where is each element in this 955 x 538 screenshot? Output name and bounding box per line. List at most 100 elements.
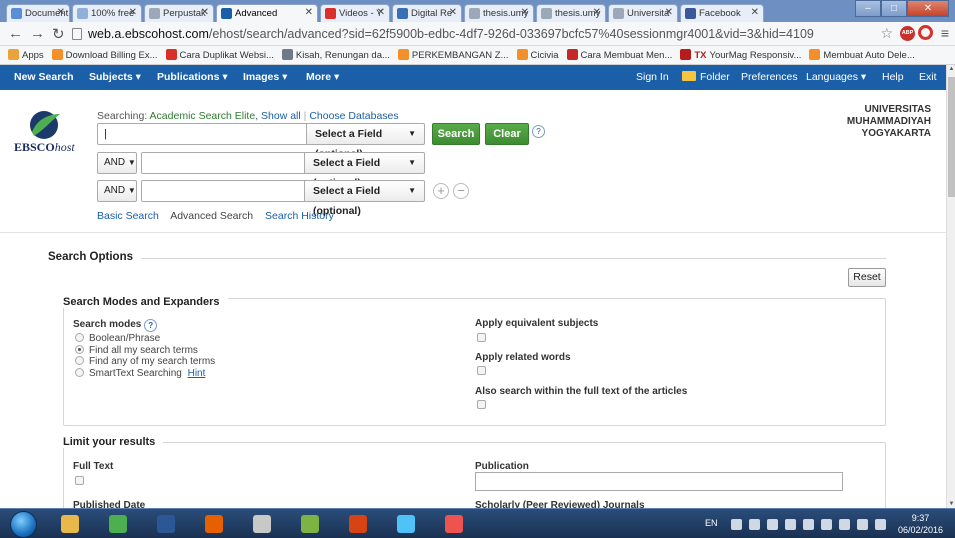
tray-app-icon[interactable]	[875, 519, 886, 530]
remove-row-icon[interactable]: −	[453, 183, 469, 199]
address-bar[interactable]: web.a.ebscohost.com/ehost/search/advance…	[72, 25, 902, 43]
close-tab-icon[interactable]: ✕	[377, 7, 385, 18]
scroll-up-icon[interactable]: ▲	[947, 66, 955, 72]
ebsco-nav-item[interactable]: Subjects ▾	[89, 65, 141, 90]
opera-extension-icon[interactable]	[918, 25, 933, 40]
maximize-icon[interactable]: □	[881, 0, 907, 17]
ebsco-nav-item[interactable]: Folder	[682, 65, 730, 90]
close-tab-icon[interactable]: ✕	[665, 7, 673, 18]
search-mode-option[interactable]: Find any of my search terms	[75, 356, 215, 367]
scroll-thumb[interactable]	[948, 77, 955, 197]
clear-button[interactable]: Clear	[485, 123, 529, 145]
search-button[interactable]: Search	[432, 123, 480, 145]
scroll-down-icon[interactable]: ▼	[947, 501, 955, 507]
ebsco-nav-item[interactable]: Sign In	[636, 65, 669, 90]
apply-equivalent-checkbox[interactable]	[477, 333, 486, 342]
search-mode-option[interactable]: SmartText Searching Hint	[75, 367, 206, 379]
bool-select-2[interactable]: AND ▼	[97, 152, 137, 174]
search-mode-option[interactable]: Find all my search terms	[75, 344, 198, 356]
browser-menu-icon[interactable]: ≡	[941, 25, 949, 41]
radio-button[interactable]	[75, 356, 84, 365]
reset-button[interactable]: Reset	[848, 268, 886, 287]
taskbar-app-app7[interactable]	[338, 511, 378, 537]
browser-tab[interactable]: Universita ✕	[608, 4, 678, 22]
ebsco-nav-item[interactable]: Help	[882, 65, 904, 90]
add-row-icon[interactable]: +	[433, 183, 449, 199]
back-icon[interactable]: ←	[8, 25, 23, 42]
hint-link[interactable]: Hint	[188, 368, 206, 379]
taskbar-app-firefox[interactable]	[194, 511, 234, 537]
tray-app-icon[interactable]	[803, 519, 814, 530]
radio-button[interactable]	[75, 333, 84, 342]
browser-tab[interactable]: Facebook ✕	[680, 4, 764, 22]
forward-icon[interactable]: →	[30, 25, 45, 42]
ebsco-nav-item[interactable]: Languages ▾	[806, 65, 866, 90]
taskbar-app-app8[interactable]	[386, 511, 426, 537]
reload-icon[interactable]: ↻	[52, 25, 65, 43]
windows-flag-icon[interactable]	[749, 519, 760, 530]
search-input-2[interactable]	[141, 152, 305, 174]
ebsco-logo-icon[interactable]	[24, 110, 64, 140]
search-history-link[interactable]: Search History	[265, 210, 334, 222]
taskbar-app-snipping[interactable]	[434, 511, 474, 537]
tray-app-icon[interactable]	[785, 519, 796, 530]
ebsco-nav-item[interactable]: Publications ▾	[157, 65, 228, 90]
volume-icon[interactable]	[839, 519, 850, 530]
publication-input[interactable]	[475, 472, 843, 491]
taskbar-clock[interactable]: 9:37 06/02/2016	[898, 512, 943, 536]
radio-button[interactable]	[75, 367, 84, 377]
ebsco-nav-item[interactable]: Exit	[919, 65, 937, 90]
help-icon[interactable]: ?	[144, 319, 158, 332]
search-input-3[interactable]	[141, 180, 305, 202]
choose-databases-link[interactable]: Choose Databases	[309, 110, 398, 122]
taskbar-app-chrome[interactable]	[98, 511, 138, 537]
ebsco-nav-item[interactable]: More ▾	[306, 65, 339, 90]
bookmark-item[interactable]: Kisah, Renungan da...	[281, 46, 390, 64]
browser-tab[interactable]: Digital Re ✕	[392, 4, 462, 22]
full-text-search-checkbox[interactable]	[477, 400, 486, 409]
close-tab-icon[interactable]: ✕	[129, 7, 137, 18]
close-tab-icon[interactable]: ✕	[593, 7, 601, 18]
close-tab-icon[interactable]: ✕	[57, 7, 65, 18]
browser-tab[interactable]: Perpustak ✕	[144, 4, 214, 22]
taskbar-app-app5[interactable]	[242, 511, 282, 537]
taskbar-app-word[interactable]	[146, 511, 186, 537]
network-icon[interactable]	[731, 519, 742, 530]
close-window-icon[interactable]: ✕	[907, 0, 949, 17]
tray-app-icon[interactable]	[767, 519, 778, 530]
taskbar-app-app6[interactable]	[290, 511, 330, 537]
ebsco-nav-item[interactable]: Images ▾	[243, 65, 287, 90]
browser-tab[interactable]: thesis.umy ✕	[464, 4, 534, 22]
field-select-2[interactable]: Select a Field (optional)▼	[305, 152, 425, 189]
browser-tab[interactable]: 100% free ✕	[72, 4, 142, 22]
field-select-3[interactable]: Select a Field (optional) ▼	[305, 180, 425, 217]
page-scrollbar[interactable]: ▲ ▼	[946, 65, 955, 508]
language-indicator[interactable]: EN	[705, 518, 718, 528]
field-select-1[interactable]: Select a Field (optional)▼	[307, 123, 425, 160]
ebsco-nav-item[interactable]: New Search	[14, 65, 74, 90]
close-tab-icon[interactable]: ✕	[201, 7, 209, 18]
close-tab-icon[interactable]: ✕	[449, 7, 457, 18]
bookmark-item[interactable]: Cara Membuat Men...	[566, 46, 672, 64]
tray-app-icon[interactable]	[821, 519, 832, 530]
show-all-link[interactable]: Show all	[261, 110, 301, 122]
bookmark-item[interactable]: Cicivia	[516, 46, 559, 64]
adblock-icon[interactable]: ABP	[900, 26, 915, 41]
bool-select-3[interactable]: AND ▼	[97, 180, 137, 202]
browser-tab[interactable]: Videos - Y ✕	[320, 4, 390, 22]
help-icon[interactable]: ?	[532, 125, 545, 138]
browser-tab[interactable]: thesis.umy ✕	[536, 4, 606, 22]
minimize-icon[interactable]: –	[855, 0, 881, 17]
search-input-1[interactable]: |	[97, 123, 307, 145]
basic-search-link[interactable]: Basic Search	[97, 210, 159, 222]
taskbar-app-explorer[interactable]	[50, 511, 90, 537]
start-button-icon[interactable]	[10, 511, 37, 538]
browser-tab[interactable]: Advanced ✕	[216, 4, 318, 22]
close-tab-icon[interactable]: ✕	[521, 7, 529, 18]
close-tab-icon[interactable]: ✕	[305, 7, 313, 18]
radio-button[interactable]	[75, 344, 84, 354]
bookmark-item[interactable]: Cara Duplikat Websi...	[165, 46, 274, 64]
browser-tab[interactable]: Document ✕	[6, 4, 70, 22]
bookmark-item[interactable]: Membuat Auto Dele...	[809, 46, 915, 64]
close-tab-icon[interactable]: ✕	[751, 7, 759, 18]
